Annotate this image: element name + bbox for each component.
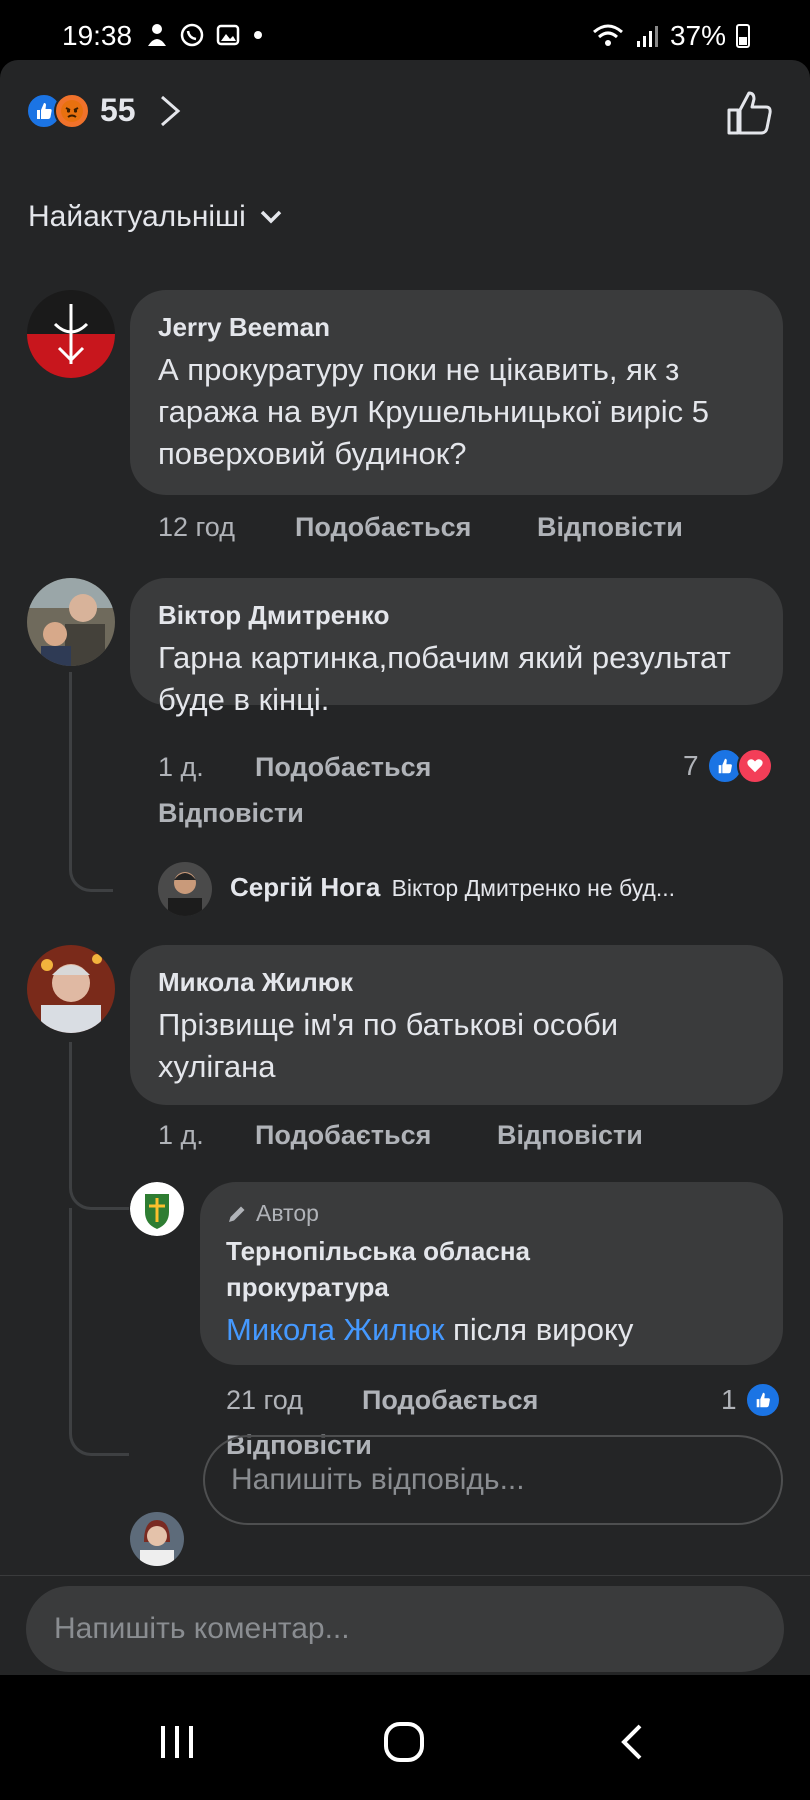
comment-time: 12 год xyxy=(158,512,235,542)
author-badge-label: Автор xyxy=(256,1200,319,1226)
chevron-right-icon xyxy=(160,95,180,126)
thread-line xyxy=(69,672,113,892)
avatar[interactable] xyxy=(27,578,115,666)
reply-link[interactable]: Відповісти xyxy=(158,798,304,829)
status-time: 19:38 xyxy=(62,20,133,51)
comment-reaction-count: 7 xyxy=(683,750,699,781)
thread-line xyxy=(69,1208,72,1408)
like-link[interactable]: Подобається xyxy=(255,752,431,783)
avatar[interactable] xyxy=(27,290,115,378)
reply-input-placeholder: Напишіть відповідь... xyxy=(231,1463,525,1496)
comment-author[interactable]: Микола Жилюк xyxy=(158,967,755,998)
reactions-summary[interactable]: 55 xyxy=(26,92,182,129)
comment-reactions[interactable]: 7 xyxy=(683,748,773,784)
reply-link[interactable]: Відповісти xyxy=(537,512,683,543)
comment-bubble[interactable]: Віктор Дмитренко Гарна картинка,побачим … xyxy=(130,578,783,717)
thread-line xyxy=(69,1406,129,1456)
avatar[interactable] xyxy=(27,945,115,1033)
battery-percent: 37% xyxy=(669,20,726,51)
reply-link[interactable]: Відповісти xyxy=(497,1120,643,1151)
wifi-icon xyxy=(592,24,623,46)
comment-bubble[interactable]: Микола Жилюк Прізвище ім'я по батькові о… xyxy=(130,945,783,1105)
notification-icon xyxy=(148,24,166,46)
reply-preview[interactable]: Сергій Нога Віктор Дмитренко не буд... xyxy=(230,872,782,903)
back-icon[interactable] xyxy=(610,1720,654,1764)
author-reply-bubble[interactable]: Автор Тернопільська обласна прокуратура … xyxy=(200,1182,783,1365)
comment-input-placeholder: Напишіть коментар... xyxy=(54,1612,350,1645)
thread-line xyxy=(69,1160,129,1210)
comment-text: Микола Жилюк після вироку xyxy=(226,1309,757,1351)
navigation-bar xyxy=(0,1690,810,1800)
like-link[interactable]: Подобається xyxy=(255,1120,431,1151)
reactions-count: 55 xyxy=(100,92,136,128)
comment-time: 21 год xyxy=(226,1385,303,1415)
dot-icon xyxy=(254,31,262,39)
comment-author[interactable]: Тернопільська обласна прокуратура xyxy=(226,1233,626,1305)
comment-time: 1 д. xyxy=(158,1120,204,1150)
comment-author[interactable]: Jerry Beeman xyxy=(158,312,755,343)
like-button-icon[interactable] xyxy=(726,90,774,136)
sort-dropdown[interactable]: Найактуальніші xyxy=(28,200,282,234)
like-link[interactable]: Подобається xyxy=(362,1385,538,1416)
love-reaction-icon xyxy=(736,748,773,784)
sort-label: Найактуальніші xyxy=(28,200,246,233)
comment-reactions[interactable]: 1 xyxy=(721,1382,781,1418)
home-icon[interactable] xyxy=(382,1720,426,1764)
like-link[interactable]: Подобається xyxy=(295,512,471,543)
avatar[interactable] xyxy=(130,1182,184,1236)
thread-line xyxy=(69,1042,72,1162)
comment-reaction-count: 1 xyxy=(721,1384,737,1415)
comment-bubble[interactable]: Jerry Beeman А прокуратуру поки не цікав… xyxy=(130,290,783,495)
gallery-icon xyxy=(216,24,240,46)
reply-preview-text: Віктор Дмитренко не буд... xyxy=(391,875,676,901)
reply-input[interactable]: Напишіть відповідь... xyxy=(203,1435,783,1525)
comment-input[interactable]: Напишіть коментар... xyxy=(26,1586,784,1672)
recent-apps-icon[interactable] xyxy=(155,1720,199,1764)
status-right: 37% xyxy=(592,20,750,52)
comments-sheet: 55 Найактуальніші Jerry Beeman А прокура… xyxy=(0,60,810,1575)
comment-text: Прізвище ім'я по батькові особи хулігана xyxy=(158,1007,619,1084)
avatar[interactable] xyxy=(158,862,212,916)
reply-author[interactable]: Сергій Нога xyxy=(230,872,380,902)
comment-time: 1 д. xyxy=(158,752,204,782)
comment-author[interactable]: Віктор Дмитренко xyxy=(158,600,755,631)
notification-icons xyxy=(145,22,265,48)
author-badge: Автор xyxy=(226,1200,757,1227)
battery-icon xyxy=(736,24,750,48)
like-reaction-icon xyxy=(744,1382,781,1418)
angry-reaction-icon xyxy=(54,92,90,129)
pencil-icon xyxy=(229,1206,245,1222)
comment-bar: Напишіть коментар... xyxy=(0,1575,810,1675)
mention-link[interactable]: Микола Жилюк xyxy=(226,1312,444,1347)
chevron-down-icon xyxy=(260,210,282,224)
comment-text: А прокуратуру поки не цікавить, як з гар… xyxy=(158,352,709,471)
reply-text: після вироку xyxy=(453,1312,634,1347)
comment-text: Гарна картинка,побачим який результат бу… xyxy=(158,640,731,717)
current-user-avatar xyxy=(130,1512,184,1566)
viber-icon xyxy=(180,23,204,47)
status-bar: 19:38 37% xyxy=(0,0,810,60)
signal-icon xyxy=(636,26,658,47)
